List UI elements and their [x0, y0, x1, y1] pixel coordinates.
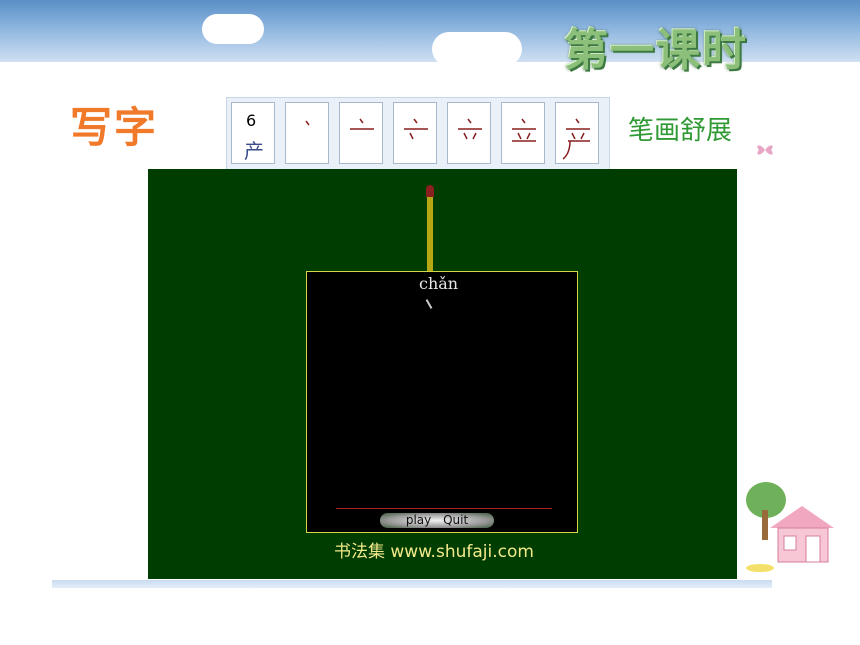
house-icon — [746, 482, 834, 572]
page-title: 第一课时 — [564, 25, 748, 76]
site-credit: 书法集 www.shufaji.com — [334, 542, 534, 562]
stroke-count-cell: 6 产 — [231, 102, 275, 164]
brush-tip-icon — [426, 185, 434, 197]
stroke-step-4 — [447, 102, 491, 164]
writing-tip: 笔画舒展 — [628, 116, 733, 146]
calligraphy-board: chǎn play Quit 书法集 www.shufaji.com — [148, 169, 737, 579]
stroke-step-5 — [501, 102, 545, 164]
pinyin-label: chǎn — [419, 274, 459, 293]
quit-button[interactable]: Quit — [443, 513, 468, 527]
writing-panel — [306, 271, 578, 533]
stroke-step-3 — [393, 102, 437, 164]
cloud-decoration — [202, 14, 264, 44]
stroke-order-strip: 6 产 — [226, 97, 610, 171]
stroke-step-6 — [555, 102, 599, 164]
stroke-step-2 — [339, 102, 383, 164]
stroke-step-1 — [285, 102, 329, 164]
stroke-char: 产 — [244, 139, 264, 163]
brush-icon — [427, 197, 433, 281]
cloud-decoration — [432, 32, 522, 66]
stroke-count: 6 — [246, 111, 257, 130]
header-band: 第一课时 — [0, 0, 860, 76]
butterfly-icon — [757, 145, 773, 155]
bottom-divider — [52, 580, 772, 588]
baseline — [336, 508, 552, 509]
playback-controls: play Quit — [380, 513, 494, 528]
play-button[interactable]: play — [406, 513, 431, 527]
lesson-heading: 写字 — [70, 103, 159, 152]
